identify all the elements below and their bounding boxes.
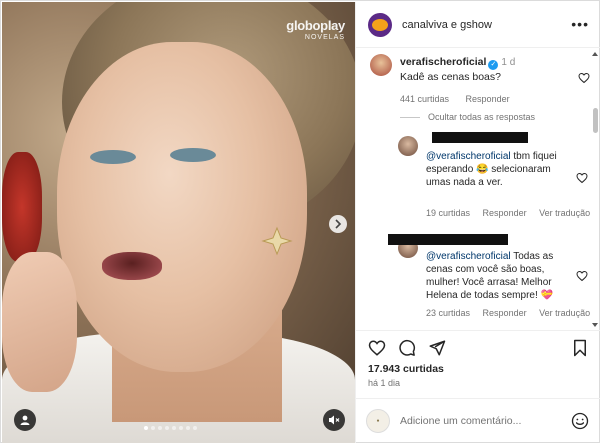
carousel-next-button[interactable] bbox=[329, 215, 347, 233]
reply-body: @verafischeroficial tbm fiquei esperando… bbox=[426, 150, 576, 189]
comment-input[interactable] bbox=[400, 415, 560, 427]
like-comment-heart-icon[interactable] bbox=[578, 72, 590, 84]
media-eye-left bbox=[90, 150, 136, 164]
carousel-dot bbox=[186, 426, 190, 430]
comment-likes[interactable]: 441 curtidas bbox=[400, 94, 449, 104]
chevron-right-icon bbox=[335, 219, 342, 229]
add-comment-bar: ● bbox=[356, 398, 600, 443]
reply-meta: 19 curtidas Responder Ver tradução bbox=[426, 208, 600, 218]
account-name[interactable]: canalviva e gshow bbox=[402, 19, 492, 31]
scroll-up-arrow-icon[interactable] bbox=[592, 52, 598, 56]
post-actions bbox=[356, 330, 600, 364]
like-reply-heart-icon[interactable] bbox=[576, 270, 588, 282]
translate-button[interactable]: Ver tradução bbox=[539, 308, 590, 318]
speaker-muted-icon bbox=[329, 415, 340, 425]
reply-button[interactable]: Responder bbox=[483, 208, 527, 218]
post-side-panel: canalviva e gshow ••• verafischeroficial… bbox=[355, 2, 600, 443]
carousel-dot bbox=[165, 426, 169, 430]
post-header: canalviva e gshow ••• bbox=[356, 2, 600, 48]
user-icon bbox=[20, 415, 30, 425]
media-earring bbox=[261, 226, 293, 256]
comments-list: verafischeroficial ✓ 1 d Kadê as cenas boa… bbox=[356, 48, 600, 330]
more-options-icon[interactable]: ••• bbox=[571, 16, 589, 32]
reply-likes[interactable]: 23 curtidas bbox=[426, 308, 470, 318]
carousel-dot bbox=[144, 426, 148, 430]
redacted-username bbox=[388, 234, 508, 245]
hide-replies-label[interactable]: Ocultar todas as respostas bbox=[428, 112, 535, 122]
post-modal: globoplay NOVELAS canalviva e gshow ••• … bbox=[0, 0, 600, 443]
comment-text: Kadê as cenas boas? bbox=[400, 71, 501, 83]
post-timestamp: há 1 dia bbox=[368, 378, 401, 388]
comment-time: 1 d bbox=[501, 57, 516, 68]
avatar[interactable] bbox=[370, 54, 392, 76]
comment-meta: 441 curtidas Responder bbox=[400, 94, 524, 104]
save-bookmark-icon[interactable] bbox=[571, 339, 589, 357]
reply-body: @verafischeroficial Todas as cenas com v… bbox=[426, 250, 576, 302]
comment-username[interactable]: verafischeroficial bbox=[400, 56, 486, 68]
reply-button[interactable]: Responder bbox=[483, 308, 527, 318]
verified-badge-icon: ✓ bbox=[488, 60, 499, 70]
like-heart-icon[interactable] bbox=[368, 339, 386, 357]
watermark-sub: NOVELAS bbox=[304, 34, 345, 41]
carousel-dot bbox=[158, 426, 162, 430]
like-reply-heart-icon[interactable] bbox=[576, 172, 588, 184]
carousel-dot bbox=[172, 426, 176, 430]
media-watermark: globoplay NOVELAS bbox=[286, 18, 345, 41]
reply-likes[interactable]: 19 curtidas bbox=[426, 208, 470, 218]
comment-body: verafischeroficial ✓ 1 d Kadê as cenas boa… bbox=[400, 55, 570, 84]
share-icon[interactable] bbox=[428, 339, 446, 357]
media-face bbox=[57, 42, 307, 372]
media-mouth bbox=[102, 252, 162, 280]
scroll-thumb[interactable] bbox=[593, 108, 598, 133]
hide-replies-toggle[interactable]: Ocultar todas as respostas bbox=[400, 112, 535, 122]
account-avatar[interactable] bbox=[368, 12, 392, 37]
carousel-dot bbox=[193, 426, 197, 430]
redacted-username bbox=[432, 132, 528, 143]
media-hand bbox=[2, 252, 77, 392]
mention-link[interactable]: @verafischeroficial bbox=[426, 151, 511, 162]
post-media[interactable]: globoplay NOVELAS bbox=[2, 2, 355, 443]
avatar[interactable] bbox=[398, 136, 418, 156]
comments-scrollbar[interactable] bbox=[592, 52, 599, 327]
emoji-icon[interactable] bbox=[571, 412, 589, 430]
current-user-avatar: ● bbox=[366, 409, 390, 433]
media-eye-right bbox=[170, 148, 216, 162]
media-flower bbox=[2, 152, 42, 262]
post-likes-count[interactable]: 17.943 curtidas bbox=[368, 363, 444, 375]
tagged-users-button[interactable] bbox=[14, 409, 36, 431]
reply-button[interactable]: Responder bbox=[466, 94, 510, 104]
scroll-down-arrow-icon[interactable] bbox=[592, 323, 598, 327]
translate-button[interactable]: Ver tradução bbox=[539, 208, 590, 218]
carousel-dot bbox=[151, 426, 155, 430]
carousel-dot bbox=[179, 426, 183, 430]
mute-button[interactable] bbox=[323, 409, 345, 431]
mention-link[interactable]: @verafischeroficial bbox=[426, 251, 511, 262]
watermark-main: globoplay bbox=[286, 18, 345, 33]
carousel-dots bbox=[144, 426, 197, 430]
reply-meta: 23 curtidas Responder Ver tradução bbox=[426, 308, 600, 318]
comment-icon[interactable] bbox=[398, 339, 416, 357]
